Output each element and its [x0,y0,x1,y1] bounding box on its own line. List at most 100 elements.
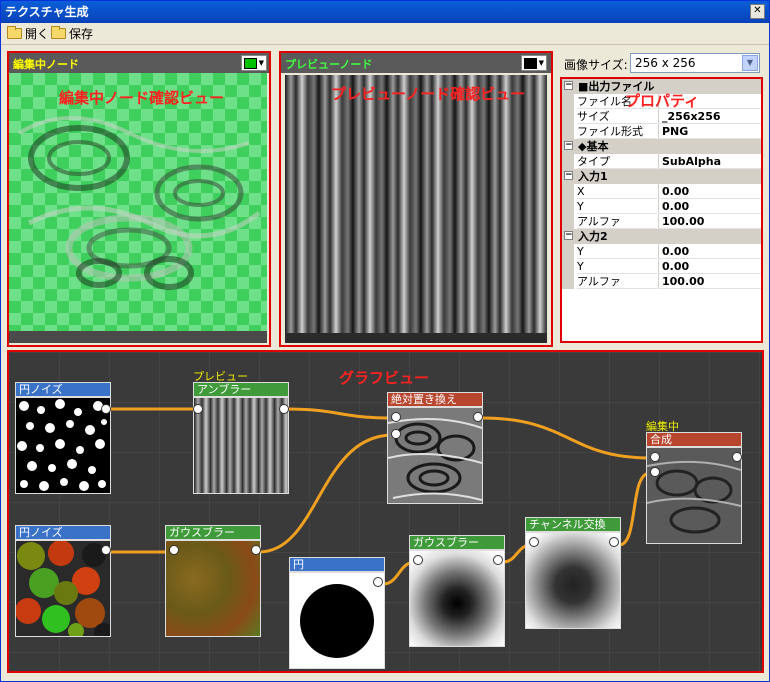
output-port[interactable] [251,545,261,555]
output-port[interactable] [473,412,483,422]
edit-view-title: 編集中ノード [13,58,79,71]
edit-view-canvas[interactable] [9,73,267,331]
property-row[interactable]: Y 0.00 [562,259,761,274]
output-port[interactable] [493,555,503,565]
property-row[interactable]: ファイル形式 PNG [562,124,761,139]
property-gutter [562,274,574,289]
preview-view-header: プレビューノード ▼ [281,53,551,73]
node-thumbnail-art [16,541,110,636]
property-category[interactable]: − ◆基本 [562,139,761,154]
property-gutter [562,244,574,259]
input-port-2[interactable] [650,467,660,477]
property-row[interactable]: X 0.00 [562,184,761,199]
property-category-label: 入力2 [578,230,608,243]
collapse-icon[interactable]: − [564,141,573,150]
property-key: タイプ [577,154,657,169]
input-port-2[interactable] [391,429,401,439]
property-row[interactable]: アルファ 100.00 [562,274,761,289]
graph-view[interactable]: グラフビュー 円ノイズ プレビュー アンブラー 絶対置き換え 編集中 合成 円ノ… [7,350,764,673]
property-gutter [562,259,574,274]
input-port-1[interactable] [391,412,401,422]
node-circle-noise-1[interactable]: 円ノイズ [15,382,111,494]
property-category[interactable]: − 入力2 [562,229,761,244]
node-thumbnail [646,447,742,544]
node-channel-swap[interactable]: チャンネル交換 [525,517,621,629]
output-port[interactable] [101,404,111,414]
property-value[interactable]: _256x256 [658,109,761,124]
input-port[interactable] [413,555,423,565]
image-size-label: 画像サイズ: [564,58,628,72]
output-port[interactable] [373,577,383,587]
node-absolute-displace[interactable]: 絶対置き換え [387,392,483,504]
property-category-label: 入力1 [578,170,608,183]
preview-view-scrollbar[interactable] [285,333,547,343]
input-port[interactable] [193,404,203,414]
property-value[interactable]: 0.00 [658,184,761,199]
close-button[interactable]: ✕ [750,4,765,19]
input-port[interactable] [169,545,179,555]
node-title: 円ノイズ [15,525,111,540]
property-value[interactable]: SubAlpha [658,154,761,169]
property-gutter [562,109,574,124]
node-gaussian-blur-2[interactable]: ガウスブラー [409,535,505,647]
edit-view-overlay-label: 編集中ノード確認ビュー [59,89,225,107]
chevron-down-icon[interactable]: ▼ [742,55,758,71]
collapse-icon[interactable]: − [564,231,573,240]
property-value[interactable]: PNG [658,124,761,139]
output-port[interactable] [609,537,619,547]
property-gutter [562,154,574,169]
preview-view-color-swatch [524,58,537,69]
node-title: 合成 [646,432,742,447]
preview-view-color-picker[interactable]: ▼ [521,55,547,71]
window-title: テクスチャ生成 [5,5,89,19]
property-gutter [562,199,574,214]
preview-view-overlay-label: プレビューノード確認ビュー [331,85,526,103]
property-value[interactable]: 0.00 [658,259,761,274]
wire-blur-to-displace [285,407,394,420]
property-category[interactable]: − 入力1 [562,169,761,184]
node-title: チャンネル交換 [525,517,621,532]
output-port[interactable] [101,545,111,555]
open-button[interactable]: 開く [5,26,49,42]
node-thumbnail [409,550,505,647]
property-key: Y [577,199,657,214]
image-size-select[interactable]: 256 x 256 ▼ [630,53,760,73]
edit-view-scrollbar[interactable] [9,331,267,343]
output-port[interactable] [732,452,742,462]
collapse-icon[interactable]: − [564,171,573,180]
node-title: アンブラー [193,382,289,397]
property-row[interactable]: アルファ 100.00 [562,214,761,229]
property-key: Y [577,259,657,274]
node-thumbnail [289,572,385,669]
input-port[interactable] [529,537,539,547]
node-circle-noise-2[interactable]: 円ノイズ [15,525,111,637]
property-category-label: ◆基本 [578,140,609,153]
property-row[interactable]: Y 0.00 [562,199,761,214]
output-port[interactable] [279,404,289,414]
edit-view-color-swatch [244,58,257,69]
property-row[interactable]: Y 0.00 [562,244,761,259]
node-title: 絶対置き換え [387,392,483,407]
node-angle-blur[interactable]: アンブラー [193,382,289,494]
property-value[interactable]: 0.00 [658,199,761,214]
title-bar[interactable]: テクスチャ生成 ✕ [1,1,769,23]
property-value[interactable]: 100.00 [658,274,761,289]
node-thumbnail-art [646,460,742,534]
preview-view-canvas[interactable] [285,75,547,333]
node-composite[interactable]: 合成 [646,432,742,544]
property-row[interactable]: サイズ _256x256 [562,109,761,124]
node-title: ガウスブラー [165,525,261,540]
node-title: ガウスブラー [409,535,505,550]
collapse-icon[interactable]: − [564,81,573,90]
node-gaussian-blur-1[interactable]: ガウスブラー [165,525,261,637]
node-thumbnail [15,540,111,637]
property-gutter [562,184,574,199]
node-circle[interactable]: 円 [289,557,385,669]
save-button[interactable]: 保存 [49,26,93,42]
edit-view-color-picker[interactable]: ▼ [241,55,267,71]
property-value[interactable]: 100.00 [658,214,761,229]
property-grid[interactable]: − ■出力ファイル ファイル名 サイズ _256x256 ファイル形式 PNG − ◆基本 タイプ… [560,77,763,343]
input-port-1[interactable] [650,452,660,462]
property-value[interactable]: 0.00 [658,244,761,259]
property-row[interactable]: タイプ SubAlpha [562,154,761,169]
